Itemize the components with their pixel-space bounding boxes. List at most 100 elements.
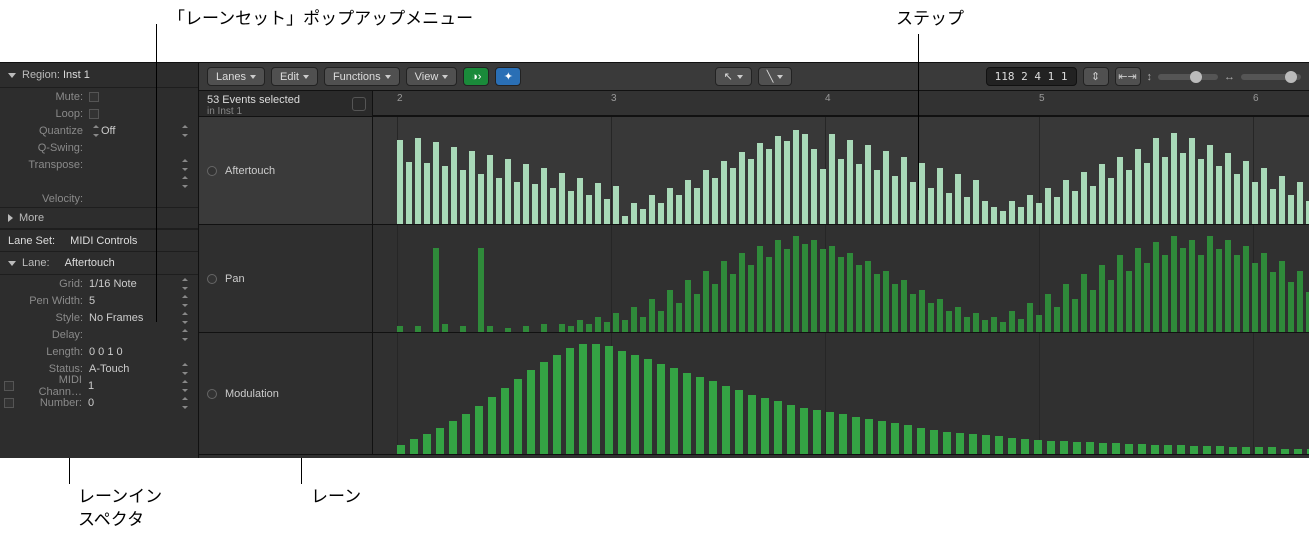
step-bar[interactable] [787, 405, 795, 455]
step-bar[interactable] [595, 317, 601, 332]
step-bar[interactable] [1225, 240, 1231, 332]
more-row[interactable]: More [0, 207, 198, 229]
step-bar[interactable] [670, 368, 678, 454]
step-bar[interactable] [1036, 203, 1042, 224]
step-bar[interactable] [917, 428, 925, 454]
step-bar[interactable] [433, 248, 439, 332]
step-bar[interactable] [488, 397, 496, 454]
step-bar[interactable] [774, 401, 782, 454]
lane-pan[interactable]: Pan [199, 225, 1309, 333]
step-bar[interactable] [527, 370, 535, 454]
length-row[interactable]: Length:0 0 1 0 [0, 343, 198, 360]
step-bar[interactable] [847, 253, 853, 332]
step-bar[interactable] [487, 326, 493, 332]
step-bar[interactable] [901, 157, 907, 224]
step-bar[interactable] [1108, 280, 1114, 332]
step-bar[interactable] [1189, 138, 1195, 224]
edit-menu[interactable]: Edit [271, 67, 318, 86]
step-bar[interactable] [883, 151, 889, 224]
step-bar[interactable] [559, 324, 565, 332]
lane-header[interactable]: Lane: Aftertouch [0, 252, 198, 275]
step-bar[interactable] [496, 178, 502, 224]
step-bar[interactable] [811, 240, 817, 332]
step-bar[interactable] [514, 182, 520, 224]
stepper-icon[interactable] [180, 124, 190, 138]
step-bar[interactable] [982, 435, 990, 454]
step-bar[interactable] [919, 163, 925, 224]
position-display[interactable]: 118 2 4 1 1 [986, 67, 1077, 86]
stepper-icon[interactable] [180, 175, 190, 189]
step-bar[interactable] [991, 207, 997, 224]
step-bar[interactable] [1099, 164, 1105, 224]
step-bar[interactable] [579, 344, 587, 454]
step-bar[interactable] [891, 423, 899, 454]
step-bar[interactable] [874, 170, 880, 224]
step-bar[interactable] [657, 364, 665, 454]
checkbox-icon[interactable] [89, 92, 99, 102]
number-row[interactable]: Number:0 [0, 394, 198, 411]
step-bar[interactable] [658, 311, 664, 332]
step-bar[interactable] [761, 398, 769, 454]
step-bar[interactable] [856, 265, 862, 332]
step-bar[interactable] [1162, 157, 1168, 224]
step-bar[interactable] [685, 180, 691, 224]
step-bar[interactable] [1063, 180, 1069, 224]
step-bar[interactable] [397, 140, 403, 224]
step-bar[interactable] [541, 168, 547, 224]
step-bar[interactable] [1126, 271, 1132, 332]
step-bar[interactable] [1126, 170, 1132, 224]
step-bar[interactable] [566, 348, 574, 454]
step-bar[interactable] [1054, 307, 1060, 332]
step-bar[interactable] [592, 344, 600, 454]
step-bar[interactable] [1234, 174, 1240, 224]
step-bar[interactable] [1009, 311, 1015, 332]
step-bar[interactable] [748, 395, 756, 454]
step-bar[interactable] [604, 199, 610, 224]
step-bar[interactable] [631, 307, 637, 332]
step-bar[interactable] [775, 240, 781, 332]
step-bar[interactable] [930, 430, 938, 454]
step-bar[interactable] [1072, 299, 1078, 332]
step-bar[interactable] [722, 386, 730, 454]
functions-menu[interactable]: Functions [324, 67, 400, 86]
grid-row[interactable]: Grid:1/16 Note [0, 275, 198, 292]
step-bar[interactable] [766, 257, 772, 332]
step-bar[interactable] [1281, 449, 1289, 455]
step-bar[interactable] [1112, 443, 1120, 454]
step-bar[interactable] [709, 381, 717, 454]
stepper-icon[interactable] [91, 124, 101, 138]
step-bar[interactable] [721, 161, 727, 224]
step-bar[interactable] [1294, 449, 1302, 455]
step-bar[interactable] [397, 326, 403, 332]
step-bar[interactable] [1090, 290, 1096, 332]
step-bar[interactable] [478, 174, 484, 224]
step-bar[interactable] [640, 317, 646, 332]
step-bar[interactable] [475, 406, 483, 454]
step-bar[interactable] [748, 265, 754, 332]
step-bar[interactable] [892, 284, 898, 332]
step-bar[interactable] [943, 432, 951, 454]
step-bar[interactable] [469, 151, 475, 224]
step-bar[interactable] [433, 142, 439, 224]
penwidth-row[interactable]: Pen Width:5 [0, 292, 198, 309]
step-bar[interactable] [541, 324, 547, 332]
step-bar[interactable] [1207, 145, 1213, 224]
step-bar[interactable] [613, 313, 619, 332]
step-bar[interactable] [442, 324, 448, 332]
step-bar[interactable] [1021, 439, 1029, 454]
step-bar[interactable] [586, 195, 592, 224]
step-bar[interactable] [613, 186, 619, 224]
step-bar[interactable] [813, 410, 821, 454]
hzoom-slider[interactable] [1241, 74, 1301, 80]
stepper-icon[interactable] [180, 379, 190, 393]
quantize-row[interactable]: QuantizeOff [0, 122, 198, 139]
step-bar[interactable] [1180, 248, 1186, 332]
step-bar[interactable] [644, 359, 652, 454]
stepper-icon[interactable] [180, 396, 190, 410]
step-bar[interactable] [436, 428, 444, 454]
step-bar[interactable] [1153, 138, 1159, 224]
step-bar[interactable] [424, 163, 430, 224]
step-bar[interactable] [1153, 242, 1159, 332]
step-bar[interactable] [703, 271, 709, 332]
step-bar[interactable] [1180, 153, 1186, 224]
